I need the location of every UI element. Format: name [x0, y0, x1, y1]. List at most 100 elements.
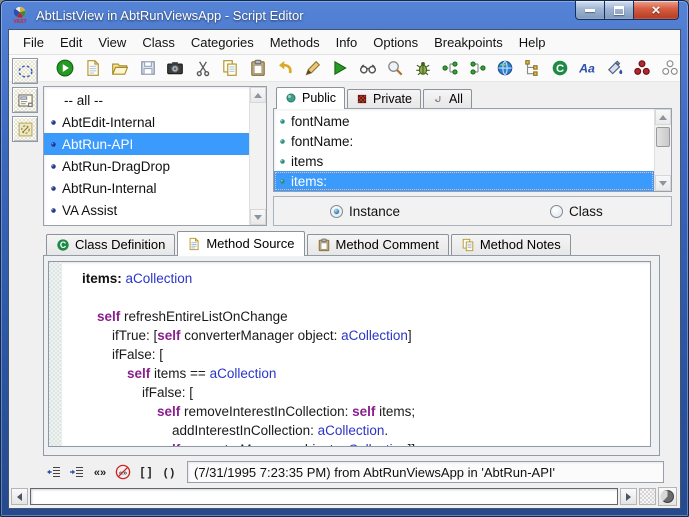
hierarchy-collapse-button[interactable]: [467, 56, 487, 80]
guillemets-button[interactable]: «»: [89, 462, 111, 482]
categories-scrollbar[interactable]: [249, 87, 266, 225]
method-item[interactable]: items:: [274, 171, 654, 191]
scroll-left-button[interactable]: [11, 488, 28, 505]
cut-button[interactable]: [192, 56, 212, 80]
category-label: AbtRun-Internal: [62, 181, 157, 196]
memory-pie-button[interactable]: [658, 487, 677, 506]
scroll-up-button[interactable]: [250, 87, 266, 103]
minimize-button[interactable]: [575, 1, 605, 20]
radio-instance[interactable]: Instance: [330, 204, 400, 219]
menu-item-info[interactable]: Info: [328, 32, 366, 53]
category-item[interactable]: VA Assist: [44, 199, 249, 221]
parts-tree-button[interactable]: [522, 56, 542, 80]
guillemets-icon: «»: [92, 464, 108, 480]
search-button[interactable]: [385, 56, 405, 80]
execute-button[interactable]: [330, 56, 350, 80]
new-document-button[interactable]: [82, 56, 102, 80]
tab-public[interactable]: Public: [276, 87, 345, 109]
tab-private[interactable]: Private: [347, 89, 421, 108]
parts-palette-button[interactable]: [12, 58, 38, 84]
tab-class-definition[interactable]: CClass Definition: [46, 234, 175, 255]
menu-item-methods[interactable]: Methods: [262, 32, 328, 53]
menu-item-edit[interactable]: Edit: [52, 32, 90, 53]
outline-dots-button[interactable]: [660, 56, 680, 80]
code-token: .: [384, 423, 388, 438]
tab-method-source[interactable]: Method Source: [177, 231, 304, 256]
outdent-button[interactable]: [43, 462, 65, 482]
dither-button[interactable]: [639, 488, 656, 505]
svg-text:C: C: [60, 240, 67, 250]
menu-item-options[interactable]: Options: [365, 32, 426, 53]
hierarchy-expand-button[interactable]: [440, 56, 460, 80]
method-item[interactable]: fontName: [274, 111, 654, 131]
category-item[interactable]: AbtRun-API: [44, 133, 249, 155]
close-button[interactable]: ×: [634, 1, 679, 20]
class-c-icon: C: [551, 59, 569, 77]
no-guillemets-button[interactable]: «»: [112, 462, 134, 482]
scroll-thumb[interactable]: [656, 127, 670, 147]
menu-item-class[interactable]: Class: [134, 32, 183, 53]
category-item[interactable]: AbtRun-Internal: [44, 177, 249, 199]
maximize-button[interactable]: [605, 1, 634, 20]
copy-button[interactable]: [220, 56, 240, 80]
menu-item-help[interactable]: Help: [511, 32, 554, 53]
keyword-self: self: [352, 404, 375, 419]
category-item[interactable]: AbtRun-DragDrop: [44, 155, 249, 177]
run-button[interactable]: [55, 56, 75, 80]
clipboard-icon: [317, 238, 331, 252]
web-globe-button[interactable]: [495, 56, 515, 80]
bullet-navy-icon: [49, 184, 58, 193]
code-token: ifFalse: [: [82, 347, 163, 362]
parens-button[interactable]: ( ): [158, 462, 180, 482]
tab-all[interactable]: All: [423, 89, 472, 108]
class-c-button[interactable]: C: [550, 56, 570, 80]
category-item[interactable]: AbtEdit-Internal: [44, 111, 249, 133]
save-button[interactable]: [137, 56, 157, 80]
font-button[interactable]: Aa: [577, 56, 597, 80]
category-label: AbtEdit-Internal: [62, 115, 155, 130]
scrollbar-track[interactable]: [30, 488, 618, 505]
code-token: items ==: [150, 366, 209, 381]
scroll-down-button[interactable]: [655, 175, 671, 191]
menu-item-breakpoints[interactable]: Breakpoints: [426, 32, 511, 53]
scroll-track[interactable]: [250, 103, 266, 209]
brackets-button[interactable]: [ ]: [135, 462, 157, 482]
scroll-up-button[interactable]: [655, 109, 671, 125]
status-row: «»«»[ ]( ) (7/31/1995 7:23:35 PM) from A…: [43, 459, 664, 485]
horizontal-scrollbar[interactable]: [9, 487, 680, 508]
form-editor-button[interactable]: [12, 87, 38, 113]
menu-item-categories[interactable]: Categories: [183, 32, 262, 53]
method-item[interactable]: fontName:: [274, 131, 654, 151]
debug-bug-button[interactable]: [412, 56, 432, 80]
category-item[interactable]: -- all --: [44, 89, 249, 111]
class-c-icon: C: [56, 238, 70, 252]
menu-item-file[interactable]: File: [15, 32, 52, 53]
code-token: ]].: [408, 442, 419, 446]
ink-fill-button[interactable]: [605, 56, 625, 80]
method-item[interactable]: items: [274, 151, 654, 171]
snapshot-camera-button[interactable]: [165, 56, 185, 80]
code-text[interactable]: items: aCollection self refreshEntireLis…: [62, 262, 650, 446]
scroll-down-button[interactable]: [250, 209, 266, 225]
method-label: items: [291, 154, 323, 169]
menu-item-view[interactable]: View: [90, 32, 134, 53]
indent-button[interactable]: [66, 462, 88, 482]
methods-scrollbar[interactable]: [654, 109, 671, 191]
radio-class[interactable]: Class: [550, 204, 603, 219]
paste-button[interactable]: [247, 56, 267, 80]
side-toolbar: [9, 56, 41, 487]
code-editor[interactable]: items: aCollection self refreshEntireLis…: [48, 261, 651, 447]
titlebar[interactable]: VAST AbtListView in AbtRunViewsApp - Scr…: [1, 1, 688, 29]
format-pen-button[interactable]: [302, 56, 322, 80]
tab-method-notes[interactable]: Method Notes: [451, 234, 571, 255]
open-folder-button[interactable]: [110, 56, 130, 80]
methods-list: fontNamefontName: items items:: [273, 108, 672, 192]
scroll-right-button[interactable]: [620, 488, 637, 505]
undo-button[interactable]: [275, 56, 295, 80]
code-token: [82, 366, 127, 381]
browse-glasses-button[interactable]: [357, 56, 377, 80]
scroll-track[interactable]: [655, 125, 671, 175]
pattern-tool-button[interactable]: [12, 116, 38, 142]
red-dots-button[interactable]: [632, 56, 652, 80]
tab-method-comment[interactable]: Method Comment: [307, 234, 449, 255]
